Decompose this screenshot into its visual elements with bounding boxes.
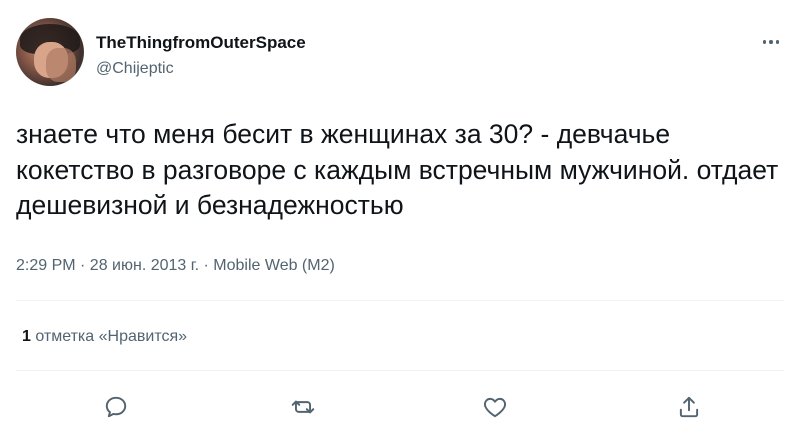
- retweet-icon: [291, 400, 315, 414]
- likes-count-link[interactable]: 1 отметка «Нравится»: [22, 328, 187, 346]
- reply-button[interactable]: [99, 390, 133, 424]
- share-icon: [679, 396, 699, 418]
- retweet-button[interactable]: [286, 390, 320, 424]
- author-handle[interactable]: @Chijeptic: [96, 60, 174, 78]
- reply-icon: [105, 396, 127, 418]
- likes-count: 1: [22, 328, 31, 345]
- tweet-timestamp[interactable]: 2:29 PM · 28 июн. 2013 г. · Mobile Web (…: [16, 257, 335, 275]
- like-button[interactable]: [478, 390, 512, 424]
- more-options-icon[interactable]: [756, 32, 786, 52]
- tweet-text: знаете что меня бесит в женщинах за 30? …: [16, 119, 779, 220]
- divider: [16, 300, 784, 301]
- share-button[interactable]: [672, 390, 706, 424]
- likes-label: отметка «Нравится»: [35, 328, 188, 345]
- heart-icon: [483, 397, 507, 418]
- divider: [16, 370, 784, 371]
- avatar[interactable]: [16, 18, 84, 86]
- tweet-card: TheThingfromOuterSpace @Chijeptic знаете…: [0, 0, 800, 438]
- author-display-name[interactable]: TheThingfromOuterSpace: [96, 33, 306, 53]
